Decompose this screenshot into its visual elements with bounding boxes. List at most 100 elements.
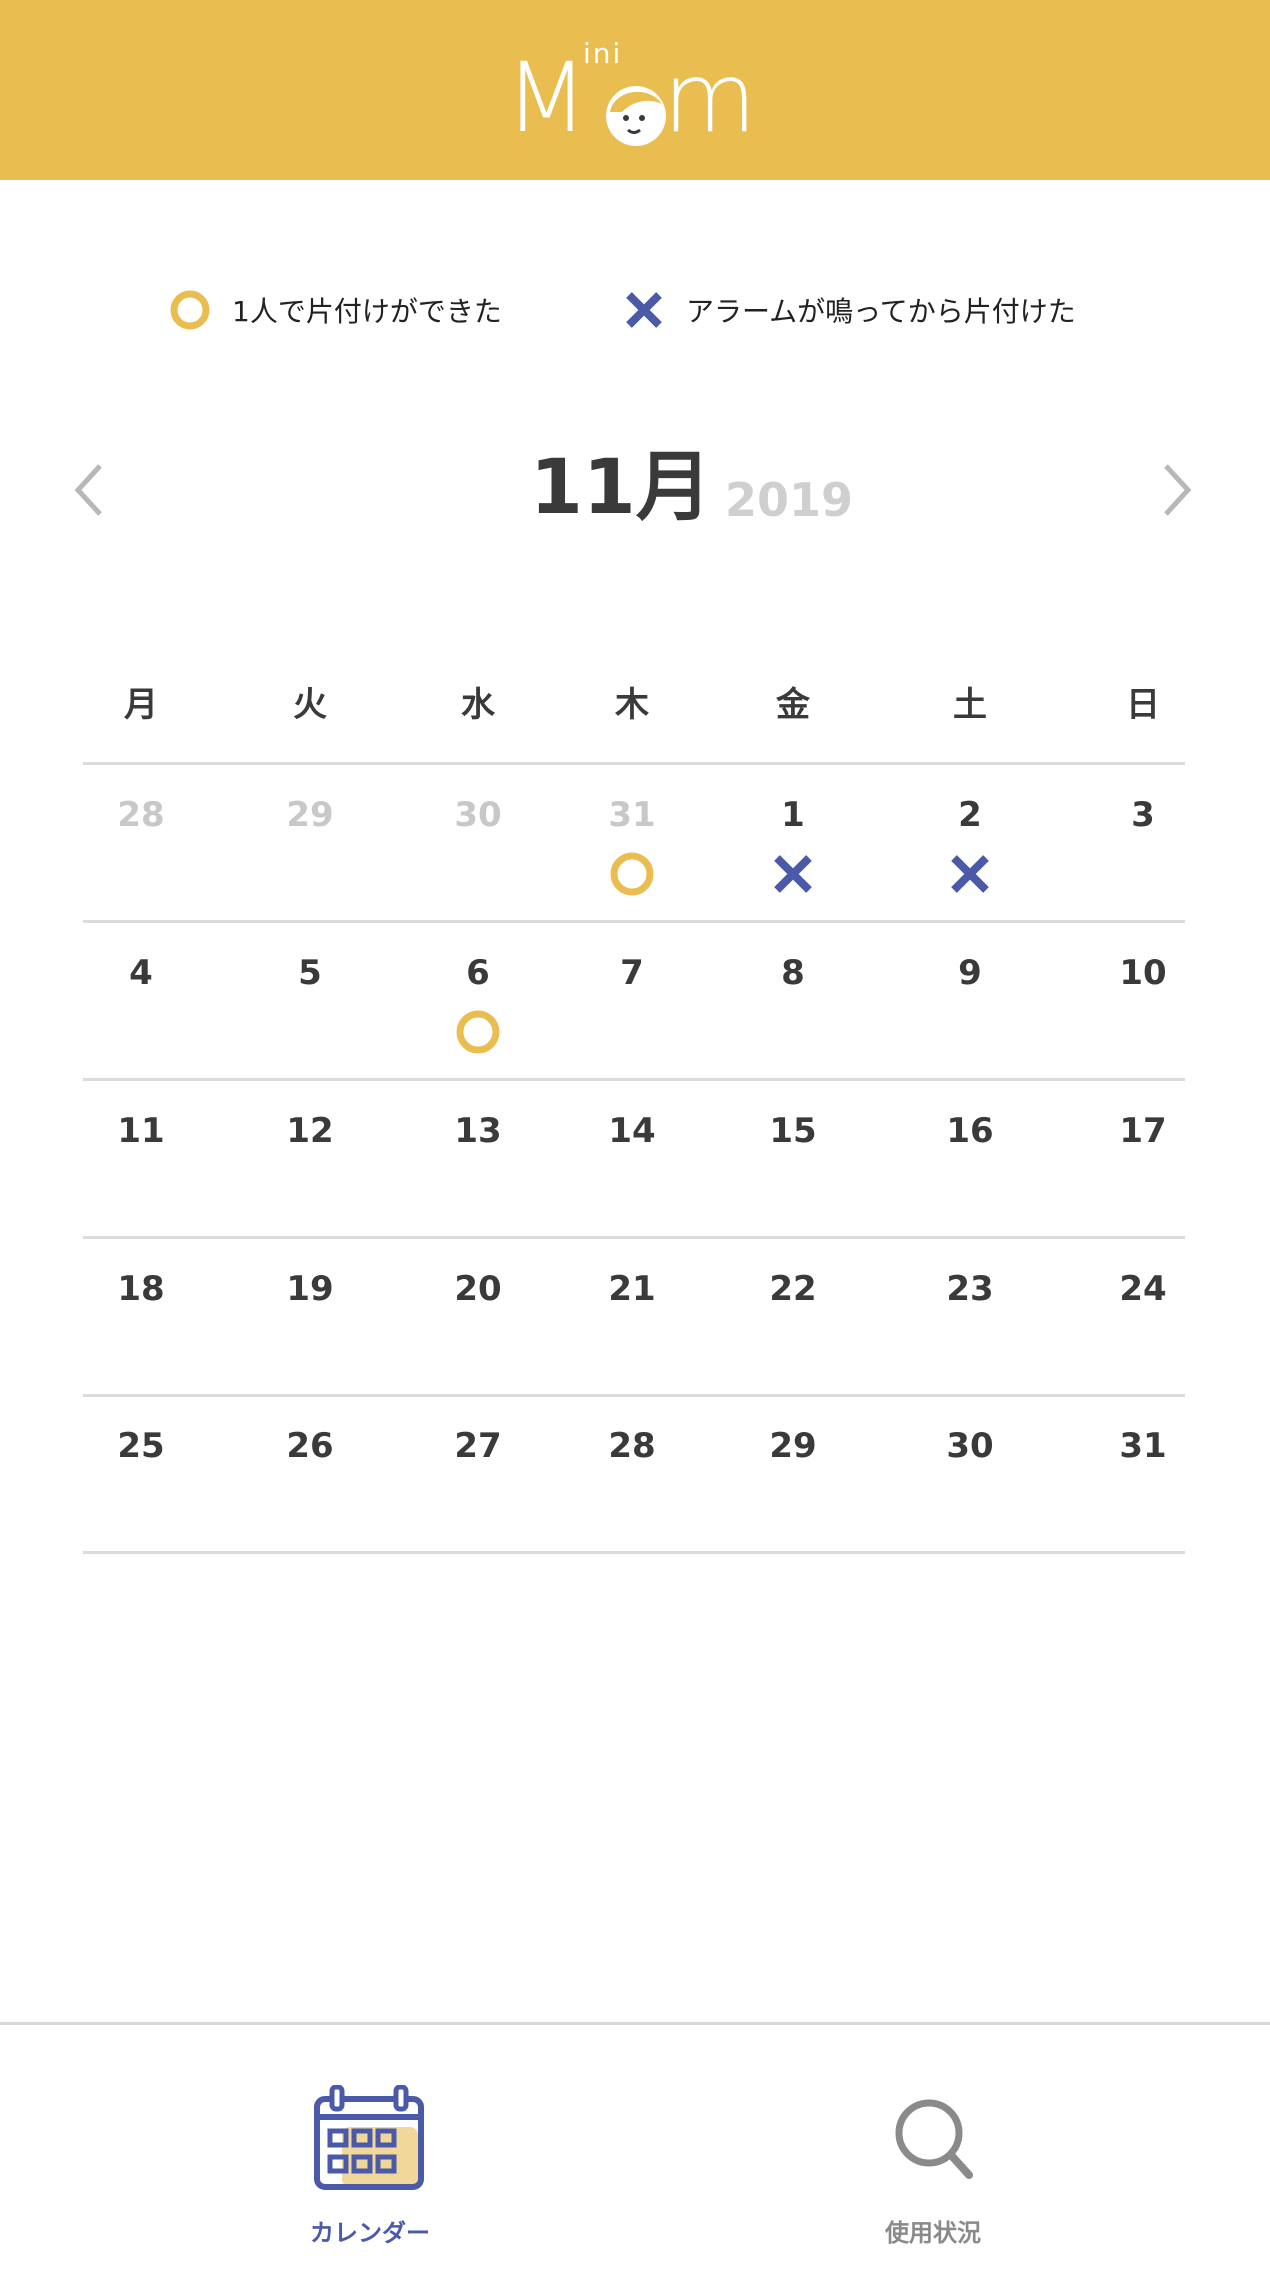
day-cell[interactable]: 31 [1093,1421,1193,1571]
day-cell[interactable]: 9 [920,948,1020,1098]
day-cell[interactable]: 11 [91,1106,191,1256]
day-number: 28 [608,1426,656,1466]
day-number: 26 [286,1426,334,1466]
day-cell[interactable]: 29 [743,1421,843,1571]
day-cell[interactable]: 6 [428,948,528,1098]
day-cell[interactable]: 31 [582,790,682,940]
grid-divider [83,1394,1185,1397]
grid-divider [83,1078,1185,1081]
legend-success-label: 1人で片付けができた [232,295,502,328]
day-cell[interactable]: 17 [1093,1106,1193,1256]
day-number: 21 [608,1269,656,1309]
circle-mark-icon [456,1010,500,1054]
day-cell[interactable]: 1 [743,790,843,940]
year-title: 2019 [725,473,854,527]
circle-mark-icon [610,852,654,896]
day-number: 5 [298,953,322,993]
day-number: 3 [1131,795,1155,835]
day-cell[interactable]: 23 [920,1264,1020,1414]
day-cell[interactable]: 10 [1093,948,1193,1098]
day-number: 31 [1119,1426,1167,1466]
day-number: 17 [1119,1111,1167,1151]
tab-usage-label: 使用状況 [885,2219,981,2247]
grid-divider [83,1236,1185,1239]
day-number: 13 [454,1111,502,1151]
day-number: 6 [466,953,490,993]
day-cell[interactable]: 22 [743,1264,843,1414]
day-number: 2 [958,795,982,835]
day-cell[interactable]: 4 [91,948,191,1098]
day-cell[interactable]: 19 [260,1264,360,1414]
day-cell[interactable]: 27 [428,1421,528,1571]
day-cell[interactable]: 20 [428,1264,528,1414]
day-cell[interactable]: 7 [582,948,682,1098]
month-title: 11月 [530,442,712,531]
tab-calendar[interactable]: カレンダー [270,2085,470,2248]
weekday-label: 金 [776,685,810,725]
day-cell[interactable]: 26 [260,1421,360,1571]
day-number: 23 [946,1269,994,1309]
day-number: 8 [781,953,805,993]
day-cell[interactable]: 15 [743,1106,843,1256]
day-cell[interactable]: 5 [260,948,360,1098]
weekday-label: 月 [124,685,158,725]
search-icon [895,2099,973,2179]
logo-letter-right: m [663,42,757,154]
day-number: 16 [946,1111,994,1151]
day-cell[interactable]: 25 [91,1421,191,1571]
day-number: 4 [129,953,153,993]
day-cell[interactable]: 8 [743,948,843,1098]
cross-mark-icon [626,292,662,328]
day-number: 19 [286,1269,334,1309]
logo-face-icon [606,86,666,146]
day-number: 9 [958,953,982,993]
chevron-right-icon[interactable] [1156,460,1196,520]
cross-mark-icon [774,855,812,893]
weekday-label: 土 [953,685,987,725]
weekday-label: 日 [1126,685,1160,725]
circle-mark-icon [170,290,210,330]
day-cell[interactable]: 3 [1093,790,1193,940]
bottom-tab-bar: カレンダー 使用状況 [0,2022,1270,2278]
day-number: 20 [454,1269,502,1309]
day-number: 25 [117,1426,165,1466]
weekday-label: 水 [461,685,495,725]
chevron-left-icon[interactable] [70,460,110,520]
grid-divider [83,762,1185,765]
legend-success: 1人で片付けができた [168,288,502,332]
weekday-header: 月 火 水 木 金 土 日 [83,680,1185,730]
tab-usage[interactable]: 使用状況 [833,2085,1033,2248]
calendar-icon [314,2085,424,2190]
day-number: 10 [1119,953,1167,993]
day-cell[interactable]: 28 [91,790,191,940]
day-cell[interactable]: 16 [920,1106,1020,1256]
day-number: 11 [117,1111,165,1151]
tab-calendar-label: カレンダー [310,2219,430,2247]
app-logo: M ini m [505,40,775,152]
day-cell[interactable]: 13 [428,1106,528,1256]
legend: 1人で片付けができた アラームが鳴ってから片付けた [0,288,1270,332]
weekday-label: 火 [293,685,327,725]
day-cell[interactable]: 28 [582,1421,682,1571]
day-cell[interactable]: 30 [920,1421,1020,1571]
legend-alarm-label: アラームが鳴ってから片付けた [686,295,1076,328]
weekday-label: 木 [615,685,649,725]
app-header: M ini m [0,0,1270,180]
day-number: 14 [608,1111,656,1151]
day-cell[interactable]: 29 [260,790,360,940]
day-cell[interactable]: 2 [920,790,1020,940]
day-number: 31 [608,795,656,835]
day-cell[interactable]: 18 [91,1264,191,1414]
day-cell[interactable]: 30 [428,790,528,940]
day-number: 28 [117,795,165,835]
day-number: 12 [286,1111,334,1151]
day-number: 7 [620,953,644,993]
day-number: 30 [946,1426,994,1466]
grid-divider [83,1551,1185,1554]
day-cell[interactable]: 12 [260,1106,360,1256]
day-number: 27 [454,1426,502,1466]
day-cell[interactable]: 14 [582,1106,682,1256]
day-cell[interactable]: 24 [1093,1264,1193,1414]
day-cell[interactable]: 21 [582,1264,682,1414]
month-navigation: 11月 2019 [0,430,1270,540]
